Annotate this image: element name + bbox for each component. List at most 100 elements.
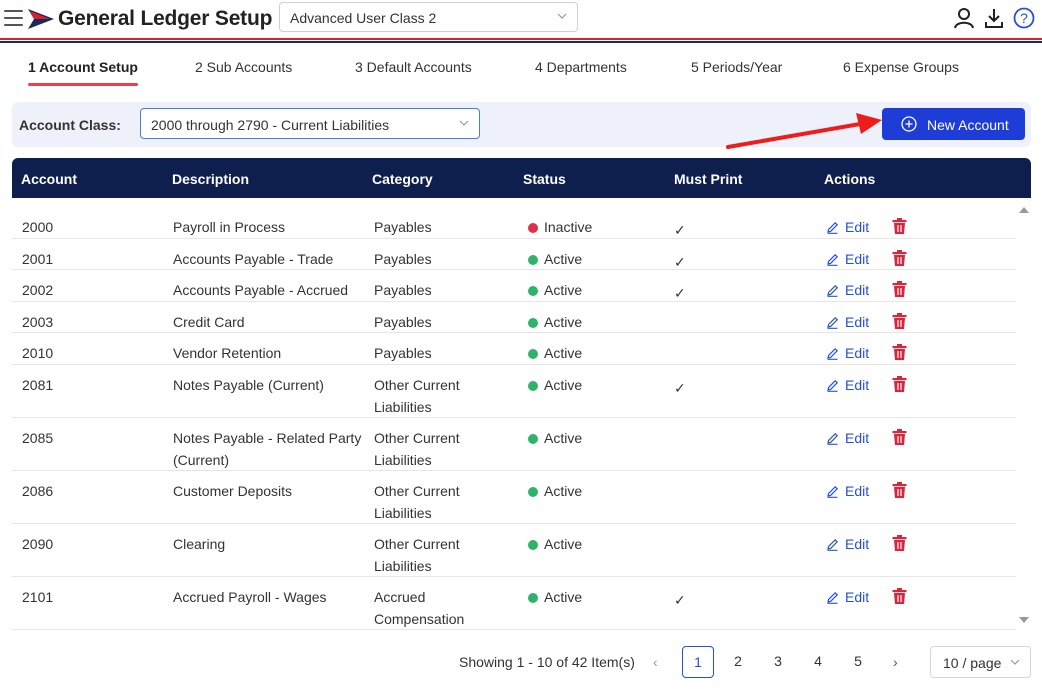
edit-button[interactable]: Edit bbox=[826, 480, 869, 502]
status-badge: Active bbox=[528, 248, 582, 270]
logo-icon bbox=[28, 9, 54, 29]
must-print-check-icon: ✓ bbox=[674, 380, 686, 396]
tab-departments[interactable]: 4 Departments bbox=[535, 52, 627, 86]
page-size-select[interactable]: 10 / page bbox=[930, 646, 1031, 678]
delete-trash-icon[interactable] bbox=[892, 588, 907, 604]
table-scrollbar[interactable] bbox=[1016, 204, 1030, 630]
accounts-table-body: 2000 Payroll in Process Payables Inactive ✓ E… bbox=[12, 204, 1016, 630]
status-text: Active bbox=[544, 589, 583, 605]
tab-sub-accounts[interactable]: 2 Sub Accounts bbox=[195, 52, 292, 86]
tab-account-setup[interactable]: 1 Account Setup bbox=[28, 52, 138, 86]
account-number: 2002 bbox=[22, 282, 54, 298]
table-row[interactable]: 2000 Payroll in Process Payables Inactive ✓ E… bbox=[12, 207, 1016, 239]
column-header-status[interactable]: Status bbox=[523, 171, 566, 187]
edit-button[interactable]: Edit bbox=[826, 279, 869, 301]
account-class-label: Account Class: bbox=[19, 117, 121, 133]
must-print-check-icon: ✓ bbox=[674, 285, 686, 301]
status-badge: Inactive bbox=[528, 216, 592, 238]
pencil-icon bbox=[827, 316, 839, 329]
page-3-button[interactable]: 3 bbox=[762, 646, 794, 678]
download-icon[interactable] bbox=[983, 7, 1005, 29]
tab-expense-groups[interactable]: 6 Expense Groups bbox=[843, 52, 959, 86]
column-header-must-print[interactable]: Must Print bbox=[674, 171, 742, 187]
help-icon[interactable]: ? bbox=[1013, 7, 1035, 29]
delete-trash-icon[interactable] bbox=[892, 281, 907, 297]
status-text: Active bbox=[544, 377, 583, 393]
table-row[interactable]: 2002 Accounts Payable - Accrued Payables Ac… bbox=[12, 270, 1016, 302]
edit-button[interactable]: Edit bbox=[826, 586, 869, 608]
scroll-up-icon[interactable] bbox=[1019, 207, 1029, 213]
pagination-summary: Showing 1 - 10 of 42 Item(s) bbox=[459, 654, 635, 670]
table-row[interactable]: 2001 Accounts Payable - Trade Payables Acti… bbox=[12, 239, 1016, 270]
edit-label: Edit bbox=[845, 282, 870, 298]
status-dot-icon bbox=[528, 286, 538, 296]
delete-trash-icon[interactable] bbox=[892, 313, 907, 329]
edit-button[interactable]: Edit bbox=[826, 533, 869, 555]
edit-button[interactable]: Edit bbox=[826, 427, 869, 449]
delete-trash-icon[interactable] bbox=[892, 482, 907, 498]
status-badge: Active bbox=[528, 480, 582, 502]
table-row[interactable]: 2010 Vendor Retention Payables Active Edit bbox=[12, 333, 1016, 365]
account-number: 2101 bbox=[22, 589, 54, 605]
status-text: Active bbox=[544, 251, 583, 267]
delete-trash-icon[interactable] bbox=[892, 535, 907, 551]
new-account-button[interactable]: New Account bbox=[882, 108, 1025, 140]
delete-trash-icon[interactable] bbox=[892, 376, 907, 392]
delete-trash-icon[interactable] bbox=[892, 218, 907, 234]
table-row[interactable]: 2003 Credit Card Payables Active Edit bbox=[12, 302, 1016, 333]
page-5-button[interactable]: 5 bbox=[842, 646, 874, 678]
delete-trash-icon[interactable] bbox=[892, 429, 907, 445]
account-class-value: 2000 through 2790 - Current Liabilities bbox=[151, 117, 390, 133]
edit-button[interactable]: Edit bbox=[826, 248, 869, 270]
status-badge: Active bbox=[528, 279, 582, 301]
delete-trash-icon[interactable] bbox=[892, 344, 907, 360]
column-header-description[interactable]: Description bbox=[172, 171, 249, 187]
status-dot-icon bbox=[528, 434, 538, 444]
prev-page-icon[interactable]: ‹ bbox=[653, 654, 658, 670]
header-divider-navy bbox=[0, 41, 1042, 43]
status-badge: Active bbox=[528, 586, 582, 608]
page-2-button[interactable]: 2 bbox=[722, 646, 754, 678]
scroll-down-icon[interactable] bbox=[1019, 617, 1029, 623]
user-class-dropdown[interactable]: Advanced User Class 2 bbox=[279, 2, 578, 32]
table-row[interactable]: 2090 Clearing Other Current Liabilities Act… bbox=[12, 524, 1016, 577]
account-category: Other Current Liabilities bbox=[374, 377, 460, 415]
edit-label: Edit bbox=[845, 377, 870, 393]
account-description: Accounts Payable - Trade bbox=[173, 251, 334, 267]
menu-icon[interactable] bbox=[4, 10, 23, 27]
column-header-actions: Actions bbox=[824, 171, 876, 187]
status-badge: Active bbox=[528, 533, 582, 555]
account-category: Payables bbox=[374, 251, 432, 267]
page-4-button[interactable]: 4 bbox=[802, 646, 834, 678]
user-class-value: Advanced User Class 2 bbox=[290, 10, 437, 26]
tab-periods-year[interactable]: 5 Periods/Year bbox=[691, 52, 782, 86]
table-row[interactable]: 2085 Notes Payable - Related Party (Curre… bbox=[12, 418, 1016, 471]
delete-trash-icon[interactable] bbox=[892, 250, 907, 266]
edit-button[interactable]: Edit bbox=[826, 216, 869, 238]
table-row[interactable]: 2086 Customer Deposits Other Current Liabi… bbox=[12, 471, 1016, 524]
edit-label: Edit bbox=[845, 345, 870, 361]
table-row[interactable]: 2081 Notes Payable (Current) Other Current… bbox=[12, 365, 1016, 418]
column-header-account[interactable]: Account bbox=[21, 171, 77, 187]
edit-button[interactable]: Edit bbox=[826, 342, 869, 364]
page-1-button[interactable]: 1 bbox=[682, 646, 714, 678]
edit-button[interactable]: Edit bbox=[826, 374, 869, 396]
account-category: Accrued Compensation bbox=[374, 589, 465, 627]
status-dot-icon bbox=[528, 487, 538, 497]
account-category: Payables bbox=[374, 219, 432, 235]
pencil-icon bbox=[827, 221, 839, 234]
tab-default-accounts[interactable]: 3 Default Accounts bbox=[355, 52, 472, 86]
account-class-dropdown[interactable]: 2000 through 2790 - Current Liabilities bbox=[140, 108, 480, 139]
status-text: Active bbox=[544, 483, 583, 499]
status-dot-icon bbox=[528, 381, 538, 391]
account-category: Other Current Liabilities bbox=[374, 536, 460, 574]
must-print-check-icon: ✓ bbox=[674, 222, 686, 238]
next-page-icon[interactable]: › bbox=[893, 654, 898, 670]
column-header-category[interactable]: Category bbox=[372, 171, 433, 187]
status-badge: Active bbox=[528, 427, 582, 449]
status-badge: Active bbox=[528, 342, 582, 364]
user-icon[interactable] bbox=[953, 7, 975, 29]
edit-button[interactable]: Edit bbox=[826, 311, 869, 333]
account-category: Payables bbox=[374, 282, 432, 298]
table-row[interactable]: 2101 Accrued Payroll - Wages Accrued Compe… bbox=[12, 577, 1016, 630]
